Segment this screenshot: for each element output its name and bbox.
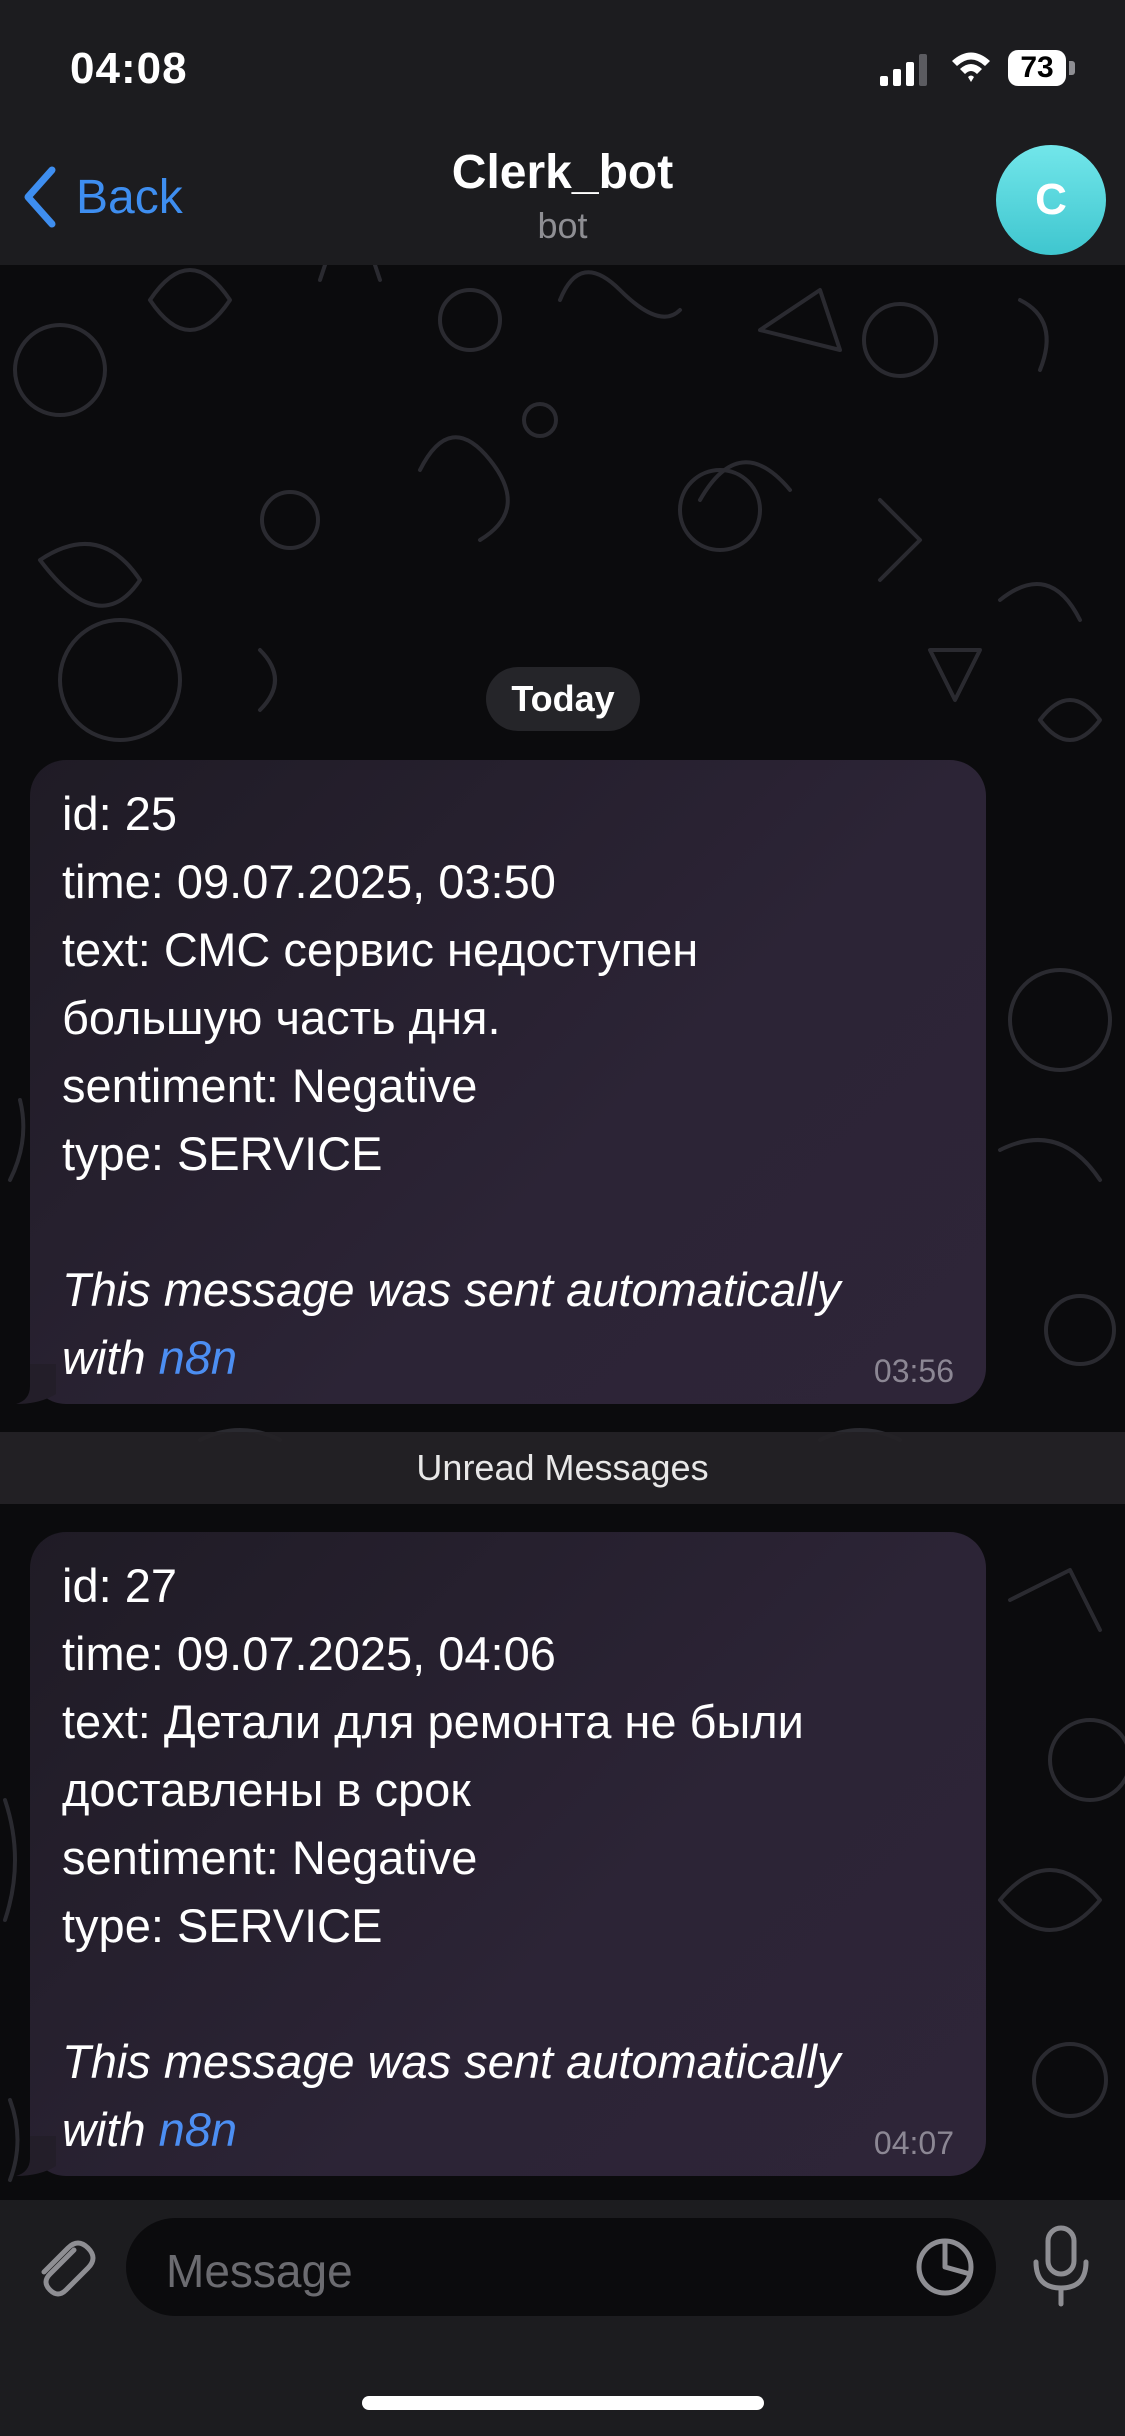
avatar[interactable]: C <box>996 145 1106 255</box>
message-line: id: 27 <box>62 1559 177 1612</box>
message-line: type: SERVICE <box>62 1899 383 1952</box>
message-line: доставлены в срок <box>62 1763 471 1816</box>
chat-title[interactable]: Clerk_bot <box>0 145 1125 200</box>
battery-level: 73 <box>1020 51 1054 84</box>
wifi-icon <box>952 52 990 82</box>
message-line: time: 09.07.2025, 04:06 <box>62 1627 556 1680</box>
sticker-icon[interactable] <box>914 2236 976 2298</box>
n8n-link[interactable]: n8n <box>159 1331 237 1384</box>
status-time: 04:08 <box>70 44 188 93</box>
signal-icon <box>880 54 927 86</box>
date-label: Today <box>511 678 615 719</box>
message-bubble[interactable]: id: 25 time: 09.07.2025, 03:50 text: СМС… <box>16 760 986 1404</box>
message-line: большую часть дня. <box>62 991 501 1044</box>
n8n-link[interactable]: n8n <box>159 2103 237 2156</box>
message-time: 03:56 <box>873 1353 954 1389</box>
message-line: text: Детали для ремонта не были <box>62 1695 804 1748</box>
bubble-tail <box>16 1364 56 1404</box>
message-placeholder: Message <box>166 2245 353 2297</box>
message-line: sentiment: Negative <box>62 1059 478 1112</box>
unread-separator: Unread Messages <box>0 1432 1125 1504</box>
message-input[interactable]: Message <box>126 2218 996 2316</box>
message-line: id: 25 <box>62 787 177 840</box>
message-bubble[interactable]: id: 27 time: 09.07.2025, 04:06 text: Дет… <box>16 1532 986 2176</box>
microphone-icon[interactable] <box>1030 2224 1092 2308</box>
message-time: 04:07 <box>873 2125 954 2161</box>
home-indicator <box>362 2396 764 2410</box>
message-footer: This message was sent automatically <box>62 2035 841 2088</box>
message-footer-with: with <box>62 1331 159 1384</box>
paperclip-icon[interactable] <box>28 2232 100 2304</box>
message-footer: This message was sent automatically <box>62 1263 841 1316</box>
date-separator: Today <box>486 667 640 731</box>
message-footer-with: with <box>62 2103 159 2156</box>
bubble-tail <box>16 2136 56 2176</box>
unread-label: Unread Messages <box>416 1447 709 1488</box>
message-line: sentiment: Negative <box>62 1831 478 1884</box>
chat-subtitle: bot <box>537 205 588 246</box>
message-line: text: СМС сервис недоступен <box>62 923 699 976</box>
message-line: type: SERVICE <box>62 1127 383 1180</box>
avatar-initial: C <box>1035 175 1067 224</box>
message-line: time: 09.07.2025, 03:50 <box>62 855 556 908</box>
battery-icon: 73 <box>1008 50 1076 86</box>
